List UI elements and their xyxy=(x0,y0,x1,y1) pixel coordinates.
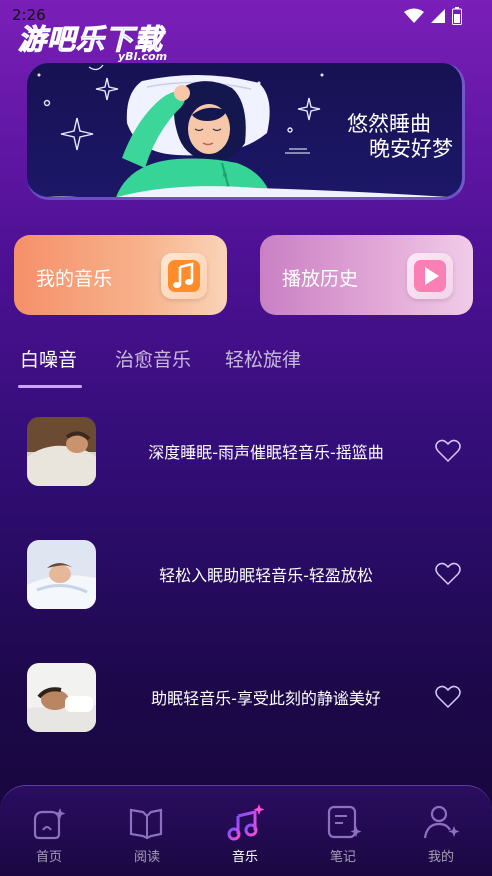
track-thumbnail xyxy=(27,540,96,609)
my-music-card[interactable]: 我的音乐 xyxy=(14,235,227,315)
nav-profile[interactable]: 我的 xyxy=(392,786,490,876)
heart-icon[interactable] xyxy=(435,685,461,709)
nav-reading[interactable]: 阅读 xyxy=(98,786,196,876)
sleep-banner[interactable]: 悠然睡曲 晚安好梦 xyxy=(27,63,465,200)
track-title: 轻松入眠助眠轻音乐-轻盈放松 xyxy=(159,566,373,585)
book-icon xyxy=(129,808,163,840)
my-music-label: 我的音乐 xyxy=(36,268,113,290)
nav-notes-label: 笔记 xyxy=(329,850,356,865)
watermark-logo: 游吧乐下载 yBl.com xyxy=(17,18,188,68)
nav-music[interactable]: 音乐 xyxy=(196,786,294,876)
list-item[interactable]: 助眠轻音乐-享受此刻的静谧美好 xyxy=(0,663,492,733)
home-icon xyxy=(33,808,66,840)
bottom-nav: 首页 阅读 音乐 笔记 我的 xyxy=(0,785,492,876)
watermark-sub: yBl.com xyxy=(118,50,168,63)
nav-reading-label: 阅读 xyxy=(133,850,160,865)
heart-icon[interactable] xyxy=(435,439,461,463)
play-history-card[interactable]: 播放历史 xyxy=(260,235,473,315)
battery-icon xyxy=(452,7,462,25)
list-item[interactable]: 深度睡眠-雨声催眠轻音乐-摇篮曲 xyxy=(0,417,492,487)
nav-profile-label: 我的 xyxy=(427,850,454,865)
nav-home-label: 首页 xyxy=(35,850,62,865)
tab-relaxing-melody[interactable]: 轻松旋律 xyxy=(225,345,301,372)
play-icon xyxy=(407,253,453,299)
note-icon xyxy=(327,805,362,839)
tab-healing-music[interactable]: 治愈音乐 xyxy=(115,345,191,372)
banner-title-line2: 晚安好梦 xyxy=(369,137,453,161)
nav-music-label: 音乐 xyxy=(231,850,258,865)
music-note-icon xyxy=(161,253,207,299)
tab-white-noise[interactable]: 白噪音 xyxy=(20,345,77,372)
track-title: 深度睡眠-雨声催眠轻音乐-摇篮曲 xyxy=(148,443,384,462)
nav-notes[interactable]: 笔记 xyxy=(294,786,392,876)
user-icon xyxy=(423,805,460,839)
list-item[interactable]: 轻松入眠助眠轻音乐-轻盈放松 xyxy=(0,540,492,610)
music-note-icon xyxy=(227,804,265,841)
heart-icon[interactable] xyxy=(435,562,461,586)
track-thumbnail xyxy=(27,663,96,732)
track-title: 助眠轻音乐-享受此刻的静谧美好 xyxy=(151,689,381,708)
wifi-icon xyxy=(404,8,424,23)
track-thumbnail xyxy=(27,417,96,486)
nav-home[interactable]: 首页 xyxy=(0,786,98,876)
status-icons xyxy=(404,7,462,25)
tab-indicator xyxy=(18,385,82,388)
play-history-label: 播放历史 xyxy=(282,268,359,290)
signal-icon xyxy=(431,9,445,23)
